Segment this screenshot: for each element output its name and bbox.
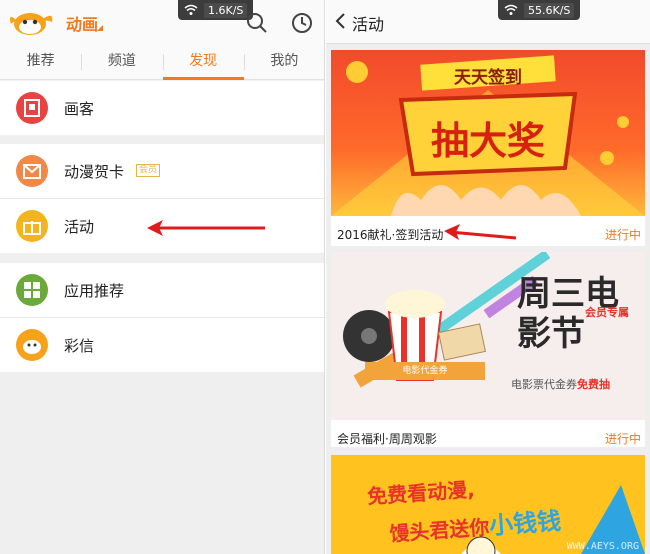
- card-status: 进行中: [604, 432, 641, 446]
- network-speed: 1.6K/S: [204, 2, 248, 18]
- activity-header: 活动 55.6K/S: [326, 0, 650, 44]
- menu-item-label: 动漫贺卡: [64, 163, 125, 181]
- app-title[interactable]: 动画: [66, 11, 98, 35]
- menu-item-mms[interactable]: 彩信: [0, 318, 324, 372]
- tab-channel[interactable]: 频道: [81, 44, 162, 79]
- card-status: 进行中: [604, 228, 641, 242]
- card-caption: 2016献礼·签到活动: [337, 228, 444, 242]
- mascot-icon: [16, 329, 48, 361]
- annotation-arrow-icon: [444, 224, 517, 240]
- wifi-icon: [504, 4, 518, 15]
- network-speed: 55.6K/S: [524, 2, 575, 18]
- right-screen: 活动 55.6K/S 天天签到 抽大奖 2016献礼·签到活动 进行中 电影代金…: [326, 0, 650, 554]
- wifi-icon: [184, 4, 198, 15]
- anime-banner[interactable]: 免费看动漫, 馒头君送你小钱钱 WWW.AEYS.ORG: [331, 455, 645, 554]
- menu-item-label: 彩信: [64, 337, 95, 355]
- back-arrow-icon[interactable]: [334, 12, 346, 30]
- left-screen: 动画 1.6K/S 推荐 频道 发现 我的 画客 动漫贺卡 会员 活动 应用推荐…: [0, 0, 325, 554]
- apps-grid-icon: [16, 274, 48, 306]
- network-status: 55.6K/S: [498, 0, 581, 20]
- tab-discover[interactable]: 发现: [162, 44, 245, 80]
- history-clock-icon[interactable]: [291, 12, 313, 34]
- activity-card-movie[interactable]: 电影代金券 周三电影节 会员专属 电影票代金券免费抽 会员福利·周周观影 进行中: [331, 252, 645, 447]
- banner-subtitle-highlight: 免费抽: [577, 378, 610, 391]
- activity-card-signin[interactable]: 天天签到 抽大奖 2016献礼·签到活动 进行中: [331, 50, 645, 246]
- gift-icon: [16, 210, 48, 242]
- movie-banner[interactable]: 电影代金券 周三电影节 会员专属 电影票代金券免费抽: [331, 252, 645, 420]
- banner-headline: 天天签到: [454, 68, 522, 88]
- menu-item-label: 画客: [64, 100, 95, 118]
- page-title: 活动: [352, 15, 385, 34]
- ticket-label: 电影代金券: [402, 366, 448, 376]
- signin-banner[interactable]: 天天签到 抽大奖: [331, 50, 645, 216]
- member-exclusive-tag: 会员专属: [585, 306, 629, 319]
- menu-item-label: 应用推荐: [64, 282, 125, 300]
- tab-mine[interactable]: 我的: [243, 44, 324, 79]
- menu-item-app-recommend[interactable]: 应用推荐: [0, 263, 324, 317]
- network-status: 1.6K/S: [178, 0, 254, 20]
- banner-big-text: 抽大奖: [430, 118, 545, 163]
- mascot-logo-icon: [10, 13, 53, 35]
- annotation-arrow-icon: [147, 220, 265, 236]
- menu-item-huake[interactable]: 画客: [0, 81, 324, 135]
- tab-recommend[interactable]: 推荐: [0, 44, 81, 79]
- search-icon[interactable]: [246, 12, 268, 34]
- menu-item-label: 活动: [64, 218, 95, 236]
- activity-card-anime[interactable]: 免费看动漫, 馒头君送你小钱钱 WWW.AEYS.ORG: [331, 455, 645, 554]
- menu-item-greeting-card[interactable]: 动漫贺卡 会员: [0, 144, 324, 198]
- watermark: WWW.AEYS.ORG: [566, 541, 639, 552]
- card-caption: 会员福利·周周观影: [337, 432, 437, 446]
- huake-icon: [16, 92, 48, 124]
- app-header: 动画 1.6K/S: [0, 0, 324, 44]
- dropdown-caret-icon[interactable]: [97, 25, 103, 31]
- member-badge: 会员: [136, 164, 161, 177]
- banner-subtitle: 电影票代金券: [511, 378, 577, 391]
- greeting-card-icon: [16, 155, 48, 187]
- banner-subline: 馒头君送你: [388, 515, 491, 546]
- main-tabs: 推荐 频道 发现 我的: [0, 44, 324, 80]
- banner-subline-highlight: 小钱钱: [488, 507, 562, 540]
